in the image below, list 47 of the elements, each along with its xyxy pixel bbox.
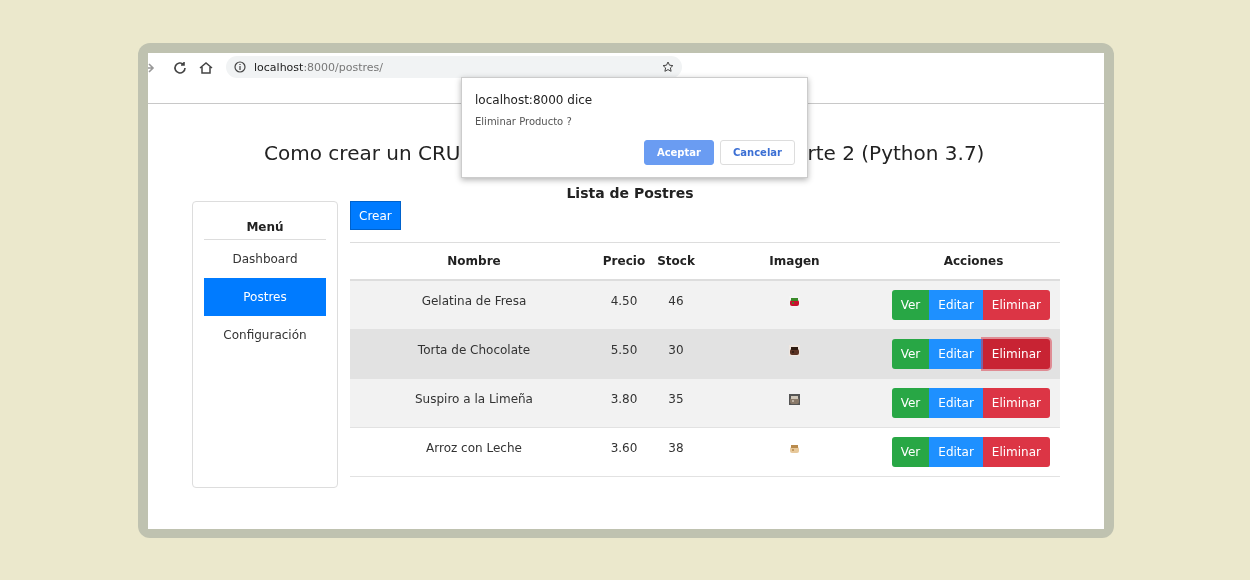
dialog-message: Eliminar Producto ? xyxy=(475,116,573,127)
delete-button[interactable]: Eliminar xyxy=(982,437,1050,467)
view-button[interactable]: Ver xyxy=(891,290,930,320)
edit-button[interactable]: Editar xyxy=(929,437,983,467)
menu-item[interactable]: Postres xyxy=(204,278,326,316)
delete-button[interactable]: Eliminar xyxy=(982,339,1050,369)
table-cell-text: 38 xyxy=(667,440,685,457)
accept-button[interactable]: Aceptar xyxy=(643,140,714,165)
table-cell-text: Gelatina de Fresa xyxy=(420,293,528,310)
table-cell-text: 3.80 xyxy=(609,391,639,408)
column-header: Imagen xyxy=(768,254,821,268)
table-cell-text: 35 xyxy=(667,391,685,408)
column-header: Acciones xyxy=(942,254,1005,268)
dialog-title: localhost:8000 dice xyxy=(475,93,594,107)
menu-heading: Menú xyxy=(204,214,326,240)
address-bar[interactable]: localhost:8000/postres/ xyxy=(226,56,682,78)
page-title: rte 2 (Python 3.7) xyxy=(807,141,986,165)
view-button[interactable]: Ver xyxy=(891,437,930,467)
edit-button[interactable]: Editar xyxy=(929,388,983,418)
home-icon[interactable] xyxy=(198,60,214,76)
table-cell-text: 46 xyxy=(667,293,685,310)
menu-item[interactable]: Configuración xyxy=(204,316,326,354)
edit-button[interactable]: Editar xyxy=(929,339,983,369)
cancel-button[interactable]: Cancelar xyxy=(719,140,795,165)
table-cell-text: Arroz con Leche xyxy=(425,440,523,457)
view-button[interactable]: Ver xyxy=(891,339,930,369)
delete-button[interactable]: Eliminar xyxy=(982,388,1050,418)
table-cell-text: Torta de Chocolate xyxy=(416,342,532,359)
column-header: Stock xyxy=(656,254,696,268)
url-text: localhost:8000/postres/ xyxy=(254,60,385,74)
table-cell-text: 3.60 xyxy=(609,440,639,457)
list-title: Lista de Postres xyxy=(566,185,694,201)
info-icon xyxy=(234,61,246,73)
table-cell-text: 5.50 xyxy=(609,342,639,359)
page-title: Como crear un CRU xyxy=(263,141,461,165)
delete-button[interactable]: Eliminar xyxy=(982,290,1050,320)
column-header: Nombre xyxy=(446,254,502,268)
menu-item[interactable]: Dashboard xyxy=(204,240,326,278)
view-button[interactable]: Ver xyxy=(891,388,930,418)
edit-button[interactable]: Editar xyxy=(929,290,983,320)
create-button[interactable]: Crear xyxy=(350,201,401,230)
table-cell-text: Suspiro a la Limeña xyxy=(414,391,534,408)
table-cell-text: 30 xyxy=(667,342,685,359)
reload-icon[interactable] xyxy=(172,60,188,76)
star-icon[interactable] xyxy=(662,61,674,73)
column-header: Precio xyxy=(601,254,647,268)
table-cell-text: 4.50 xyxy=(609,293,639,310)
